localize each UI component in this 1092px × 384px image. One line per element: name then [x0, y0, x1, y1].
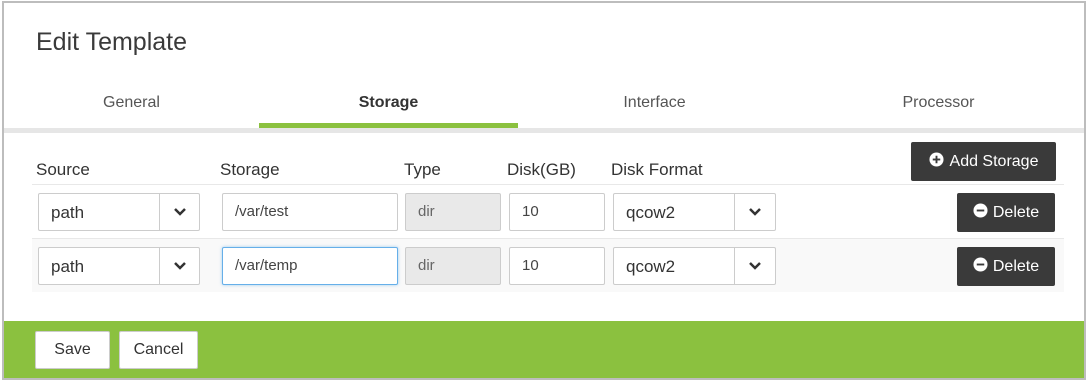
column-header-storage: Storage: [220, 160, 280, 179]
edit-template-dialog: Edit Template General Storage Interface …: [2, 1, 1086, 380]
delete-label: Delete: [992, 203, 1040, 221]
tab-storage[interactable]: Storage: [259, 83, 518, 128]
type-field: dir: [405, 193, 501, 231]
column-header-type: Type: [404, 160, 441, 179]
plus-circle-icon: [928, 151, 944, 172]
delete-button[interactable]: Delete: [957, 247, 1055, 286]
tab-processor[interactable]: Processor: [791, 83, 1084, 128]
chevron-down-icon: [160, 194, 200, 230]
storage-row: path /var/temp dir 10 qcow2 Delete: [32, 238, 1064, 292]
source-select[interactable]: path: [38, 193, 200, 231]
delete-label: Delete: [992, 257, 1040, 275]
column-header-source: Source: [36, 160, 90, 179]
storage-path-input[interactable]: /var/temp: [222, 247, 398, 285]
disk-format-value: qcow2: [626, 257, 676, 276]
disk-size-input[interactable]: 10: [509, 193, 605, 231]
source-select-value: path: [51, 257, 85, 276]
minus-circle-icon: [973, 202, 988, 223]
type-field: dir: [405, 247, 501, 285]
source-select[interactable]: path: [38, 247, 200, 285]
dialog-footer: Save Cancel: [4, 321, 1084, 378]
add-storage-label: Add Storage: [949, 152, 1039, 170]
disk-size-input[interactable]: 10: [509, 247, 605, 285]
cancel-button[interactable]: Cancel: [119, 331, 198, 369]
delete-button[interactable]: Delete: [957, 193, 1055, 232]
tab-bar: General Storage Interface Processor: [4, 83, 1084, 133]
save-button[interactable]: Save: [35, 331, 110, 369]
column-header-disk: Disk(GB): [507, 160, 576, 179]
disk-format-value: qcow2: [626, 203, 676, 222]
dialog-title: Edit Template: [36, 28, 188, 56]
chevron-down-icon: [735, 194, 775, 230]
chevron-down-icon: [160, 248, 200, 284]
storage-row: path /var/test dir 10 qcow2 Delete: [32, 184, 1064, 238]
storage-path-input[interactable]: /var/test: [222, 193, 398, 231]
column-header-disk-format: Disk Format: [611, 160, 703, 179]
minus-circle-icon: [973, 256, 988, 277]
tab-general[interactable]: General: [4, 83, 259, 128]
tab-interface[interactable]: Interface: [518, 83, 791, 128]
source-select-value: path: [51, 203, 85, 222]
add-storage-button[interactable]: Add Storage: [911, 142, 1056, 181]
disk-format-select[interactable]: qcow2: [613, 193, 776, 231]
disk-format-select[interactable]: qcow2: [613, 247, 776, 285]
chevron-down-icon: [735, 248, 775, 284]
